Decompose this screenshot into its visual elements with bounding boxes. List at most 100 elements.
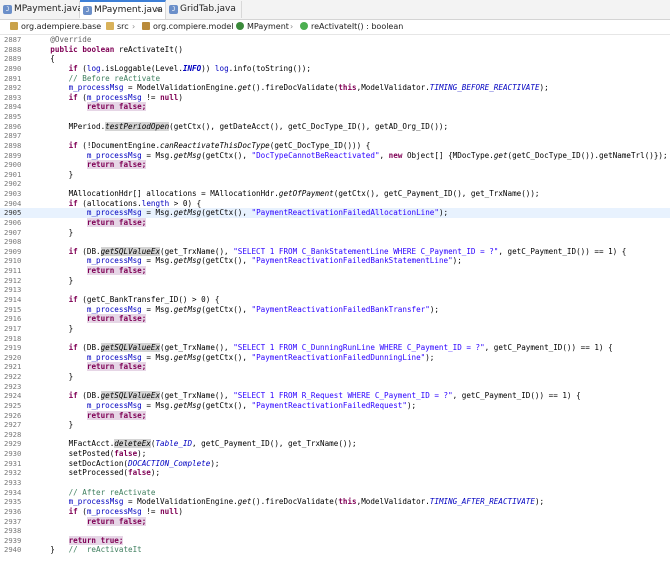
code-editor[interactable]: 2887 @Override 2888 public boolean reActi… <box>0 35 670 561</box>
line-number: 2917 <box>4 323 22 333</box>
code-line[interactable]: 2887 @Override <box>0 35 670 45</box>
code-token: null <box>160 506 179 516</box>
code-line[interactable]: 2927 } <box>0 420 670 430</box>
line-number: 2901 <box>4 169 22 179</box>
code-token: m_processMsg <box>86 256 142 266</box>
tab-mpayment-1[interactable]: J MPayment.java <box>0 1 83 18</box>
breadcrumb-src[interactable]: src <box>106 20 129 34</box>
code-line[interactable]: 2910 m_processMsg = Msg.getMsg(getCtx(),… <box>0 256 670 266</box>
code-token: } <box>32 323 74 333</box>
code-token: != <box>141 92 161 102</box>
code-token: (DB. <box>77 391 101 401</box>
code-line[interactable]: 2926 return false; <box>0 410 670 421</box>
breadcrumb-method[interactable]: reActivateIt() : boolean <box>300 20 403 34</box>
code-line[interactable]: 2934 // After reActivate <box>0 488 670 498</box>
code-line[interactable]: 2932 setProcessed(false); <box>0 468 670 478</box>
code-line[interactable]: 2922 } <box>0 372 670 382</box>
code-line[interactable]: 2899 m_processMsg = Msg.getMsg(getCtx(),… <box>0 151 670 161</box>
line-number: 2904 <box>4 198 22 208</box>
code-token: } <box>32 545 69 555</box>
tab-label: MPayment.java <box>94 5 163 15</box>
code-line[interactable]: 2912 } <box>0 276 670 286</box>
code-line[interactable]: 2893 if (m_processMsg != null) <box>0 93 670 103</box>
code-line[interactable]: 2890 if (log.isLoggable(Level.INFO)) log… <box>0 64 670 74</box>
code-line[interactable]: 2917 } <box>0 324 670 334</box>
code-line[interactable]: 2909 if (DB.getSQLValueEx(get_TrxName(),… <box>0 246 670 257</box>
code-line[interactable]: 2895 <box>0 112 670 122</box>
breadcrumb-package[interactable]: org.compiere.model <box>142 20 233 34</box>
code-token: getSQLValueEx <box>100 343 161 353</box>
code-line[interactable]: 2924 if (DB.getSQLValueEx(get_TrxName(),… <box>0 391 670 401</box>
code-token: "PaymentReactivationFailedRequest" <box>251 400 407 410</box>
code-line[interactable]: 2896 MPeriod.testPeriodOpen(getCtx(), ge… <box>0 121 670 132</box>
code-line[interactable]: 2918 <box>0 334 670 344</box>
code-line[interactable]: 2905 m_processMsg = Msg.getMsg(getCtx(),… <box>0 208 670 218</box>
code-line[interactable]: 2888 public boolean reActivateIt() <box>0 45 670 55</box>
code-line[interactable]: 2919 if (DB.getSQLValueEx(get_TrxName(),… <box>0 343 670 353</box>
code-token: setProcessed( <box>32 468 129 478</box>
breadcrumb-class[interactable]: MPayment <box>236 20 289 34</box>
code-token: return false; <box>86 410 147 420</box>
code-line[interactable]: 2930 setPosted(false); <box>0 449 670 459</box>
code-line[interactable]: 2915 m_processMsg = Msg.getMsg(getCtx(),… <box>0 305 670 315</box>
line-number: 2894 <box>4 102 22 112</box>
tab-mpayment-2[interactable]: J MPayment.java × <box>80 0 166 19</box>
code-line[interactable]: 2898 if (!DocumentEngine.canReactivateTh… <box>0 141 670 151</box>
breadcrumb-separator-icon: › <box>132 22 136 31</box>
code-text: if (!DocumentEngine.canReactivateThisDoc… <box>32 141 371 151</box>
breadcrumb-project[interactable]: org.adempiere.base <box>10 20 101 34</box>
code-token: Table_ID <box>155 439 193 449</box>
code-line[interactable]: 2940 } // reActivateIt <box>0 545 670 555</box>
code-line[interactable]: 2939 return true; <box>0 535 670 546</box>
tab-gridtab[interactable]: J GridTab.java <box>166 1 242 18</box>
code-text: if (m_processMsg != null) <box>32 507 183 517</box>
code-token: DOCACTION_Complete <box>128 458 211 468</box>
code-line[interactable]: 2891 // Before reActivate <box>0 74 670 84</box>
code-token: (get_TrxName(), <box>160 343 234 353</box>
code-token: getSQLValueEx <box>100 391 161 401</box>
code-line[interactable]: 2904 if (allocations.length > 0) { <box>0 199 670 209</box>
code-line[interactable]: 2892 m_processMsg = ModelValidationEngin… <box>0 83 670 93</box>
code-line[interactable]: 2914 if (getC_BankTransfer_ID() > 0) { <box>0 295 670 305</box>
close-icon[interactable]: × <box>154 2 162 19</box>
code-line[interactable]: 2929 MFactAcct.deleteEx(Table_ID, getC_P… <box>0 439 670 449</box>
code-line[interactable]: 2901 } <box>0 170 670 180</box>
code-line[interactable]: 2933 <box>0 478 670 488</box>
code-line[interactable]: 2931 setDocAction(DOCACTION_Complete); <box>0 459 670 469</box>
code-token: MPeriod. <box>32 121 106 131</box>
code-line[interactable]: 2913 <box>0 285 670 295</box>
code-line[interactable]: 2925 m_processMsg = Msg.getMsg(getCtx(),… <box>0 401 670 411</box>
code-line[interactable]: 2908 <box>0 237 670 247</box>
code-line[interactable]: 2921 return false; <box>0 362 670 372</box>
code-line[interactable]: 2937 return false; <box>0 516 670 527</box>
code-token: ); <box>210 458 220 468</box>
code-token: getMsg <box>173 256 202 266</box>
code-line[interactable]: 2911 return false; <box>0 266 670 276</box>
code-line[interactable]: 2907 } <box>0 228 670 238</box>
line-number: 2903 <box>4 189 22 199</box>
code-text: } <box>32 372 74 382</box>
code-line[interactable]: 2936 if (m_processMsg != null) <box>0 507 670 517</box>
line-number: 2888 <box>4 44 22 54</box>
code-line[interactable]: 2920 m_processMsg = Msg.getMsg(getCtx(),… <box>0 353 670 363</box>
code-line[interactable]: 2928 <box>0 430 670 440</box>
line-number: 2887 <box>4 35 22 44</box>
code-token: this <box>338 497 357 507</box>
code-line[interactable]: 2897 <box>0 131 670 141</box>
code-line[interactable]: 2889 { <box>0 54 670 64</box>
code-line[interactable]: 2894 return false; <box>0 102 670 112</box>
code-line[interactable]: 2938 <box>0 526 670 536</box>
code-line[interactable]: 2916 return false; <box>0 314 670 324</box>
code-token: (allocations. <box>77 198 142 208</box>
code-line[interactable]: 2906 return false; <box>0 217 670 228</box>
code-line[interactable]: 2923 <box>0 382 670 392</box>
code-line[interactable]: 2903 MAllocationHdr[] allocations = MAll… <box>0 189 670 199</box>
code-line[interactable]: 2900 return false; <box>0 160 670 170</box>
line-number: 2930 <box>4 449 22 459</box>
code-line[interactable]: 2935 m_processMsg = ModelValidationEngin… <box>0 497 670 507</box>
code-token: false <box>128 468 151 478</box>
code-line[interactable]: 2902 <box>0 179 670 189</box>
code-token: "PaymentReactivationFailedBankTransfer" <box>251 304 430 314</box>
